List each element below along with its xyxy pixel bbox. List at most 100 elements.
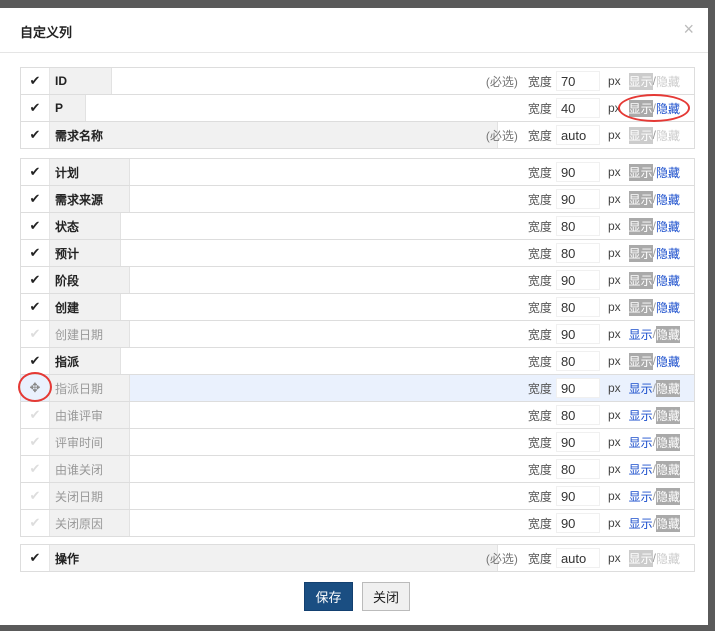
- show-link[interactable]: 显示: [629, 461, 653, 478]
- close-button[interactable]: 关闭: [362, 582, 410, 611]
- column-row[interactable]: ✔ ID (必选) 宽度 70 px 显示 / 隐藏: [21, 68, 694, 95]
- show-link[interactable]: 显示: [628, 217, 653, 235]
- show-link[interactable]: 显示: [628, 352, 653, 370]
- column-row[interactable]: ✔ 操作 (必选) 宽度 auto px 显示 / 隐藏: [21, 545, 694, 572]
- hide-link[interactable]: 隐藏: [655, 433, 680, 451]
- hide-link[interactable]: 隐藏: [656, 272, 680, 289]
- width-input[interactable]: 80: [555, 216, 600, 236]
- column-row[interactable]: ✔ 指派 宽度 80 px 显示 / 隐藏: [21, 348, 694, 375]
- column-name: 阶段: [50, 267, 130, 293]
- px-unit: px: [607, 435, 621, 449]
- width-input[interactable]: 90: [555, 324, 600, 344]
- px-unit: px: [607, 327, 621, 341]
- column-row[interactable]: ✔ 评审时间 宽度 90 px 显示 / 隐藏: [21, 429, 694, 456]
- width-input[interactable]: auto: [555, 548, 600, 568]
- width-input[interactable]: 90: [555, 513, 600, 533]
- checkmark-icon[interactable]: ✔: [21, 122, 50, 148]
- checkmark-icon[interactable]: ✔: [21, 348, 50, 374]
- hide-link[interactable]: 隐藏: [655, 379, 680, 397]
- show-link[interactable]: 显示: [629, 515, 653, 532]
- checkmark-icon[interactable]: ✔: [21, 545, 50, 571]
- close-icon[interactable]: ×: [683, 19, 694, 40]
- width-input[interactable]: 90: [555, 486, 600, 506]
- width-input[interactable]: 90: [555, 162, 600, 182]
- show-link[interactable]: 显示: [628, 163, 653, 181]
- width-input[interactable]: 90: [555, 189, 600, 209]
- width-label: 宽度: [527, 165, 552, 180]
- width-input[interactable]: 90: [555, 270, 600, 290]
- hide-link[interactable]: 隐藏: [655, 406, 680, 424]
- checkmark-icon[interactable]: ✔: [21, 240, 50, 266]
- width-input[interactable]: 80: [555, 297, 600, 317]
- width-input[interactable]: 70: [555, 71, 600, 91]
- width-input[interactable]: 80: [555, 405, 600, 425]
- checkmark-icon[interactable]: ✔: [21, 402, 50, 428]
- hide-link[interactable]: 隐藏: [655, 487, 680, 505]
- column-row[interactable]: ✔ 计划 宽度 90 px 显示 / 隐藏: [21, 159, 694, 186]
- show-link[interactable]: 显示: [628, 190, 653, 208]
- column-row[interactable]: ✔ 由谁关闭 宽度 80 px 显示 / 隐藏: [21, 456, 694, 483]
- column-row[interactable]: ✥ 指派日期 宽度 90 px 显示 / 隐藏: [21, 375, 694, 402]
- width-label: 宽度: [527, 489, 552, 504]
- checkmark-icon[interactable]: ✔: [21, 186, 50, 212]
- width-input[interactable]: 80: [555, 243, 600, 263]
- hide-link[interactable]: 隐藏: [655, 460, 680, 478]
- checkmark-icon[interactable]: ✔: [21, 68, 50, 94]
- width-input[interactable]: 80: [555, 459, 600, 479]
- column-row[interactable]: ✔ 状态 宽度 80 px 显示 / 隐藏: [21, 213, 694, 240]
- checkmark-icon[interactable]: ✔: [21, 294, 50, 320]
- save-button[interactable]: 保存: [304, 582, 353, 611]
- checkmark-icon[interactable]: ✔: [21, 213, 50, 239]
- show-link[interactable]: 显示: [629, 407, 653, 424]
- show-link[interactable]: 显示: [628, 271, 653, 289]
- hide-link[interactable]: 隐藏: [656, 164, 680, 181]
- width-input[interactable]: 80: [555, 351, 600, 371]
- show-link[interactable]: 显示: [628, 298, 653, 316]
- checkmark-icon[interactable]: ✔: [21, 429, 50, 455]
- show-link[interactable]: 显示: [629, 488, 653, 505]
- column-row[interactable]: ✔ 关闭原因 宽度 90 px 显示 / 隐藏: [21, 510, 694, 537]
- column-controls: 宽度 40 px 显示 / 隐藏: [528, 95, 680, 121]
- dialog-title: 自定义列: [20, 25, 73, 40]
- hide-link[interactable]: 隐藏: [655, 514, 680, 532]
- show-link[interactable]: 显示: [629, 326, 653, 343]
- checkmark-icon[interactable]: ✔: [21, 267, 50, 293]
- checkmark-icon[interactable]: ✔: [21, 159, 50, 185]
- column-controls: 宽度 80 px 显示 / 隐藏: [528, 294, 680, 320]
- checkmark-icon[interactable]: ✔: [21, 510, 50, 536]
- column-row[interactable]: ✔ 阶段 宽度 90 px 显示 / 隐藏: [21, 267, 694, 294]
- hide-link: 隐藏: [655, 551, 680, 566]
- hide-link[interactable]: 隐藏: [656, 353, 680, 370]
- hide-link[interactable]: 隐藏: [656, 245, 680, 262]
- show-link[interactable]: 显示: [629, 434, 653, 451]
- column-controls: 宽度 80 px 显示 / 隐藏: [528, 456, 680, 482]
- show-link[interactable]: 显示: [628, 244, 653, 262]
- column-name: 指派日期: [50, 375, 130, 401]
- checkmark-icon[interactable]: ✔: [21, 95, 50, 121]
- checkmark-icon[interactable]: ✔: [21, 483, 50, 509]
- checkmark-icon[interactable]: ✔: [21, 321, 50, 347]
- checkmark-icon[interactable]: ✔: [21, 456, 50, 482]
- hide-link[interactable]: 隐藏: [655, 325, 680, 343]
- hide-link[interactable]: 隐藏: [656, 191, 680, 208]
- column-row[interactable]: ✔ 需求名称 (必选) 宽度 auto px 显示 / 隐藏: [21, 122, 694, 149]
- show-link[interactable]: 显示: [628, 99, 653, 117]
- move-icon[interactable]: ✥: [21, 375, 50, 401]
- show-link[interactable]: 显示: [629, 380, 653, 397]
- column-controls: 宽度 90 px 显示 / 隐藏: [528, 429, 680, 455]
- column-row[interactable]: ✔ 创建 宽度 80 px 显示 / 隐藏: [21, 294, 694, 321]
- column-row[interactable]: ✔ 创建日期 宽度 90 px 显示 / 隐藏: [21, 321, 694, 348]
- column-row[interactable]: ✔ 关闭日期 宽度 90 px 显示 / 隐藏: [21, 483, 694, 510]
- column-row[interactable]: ✔ 需求来源 宽度 90 px 显示 / 隐藏: [21, 186, 694, 213]
- column-row[interactable]: ✔ 预计 宽度 80 px 显示 / 隐藏: [21, 240, 694, 267]
- width-input[interactable]: 90: [555, 432, 600, 452]
- hide-link[interactable]: 隐藏: [656, 218, 680, 235]
- column-row[interactable]: ✔ P 宽度 40 px 显示 / 隐藏: [21, 95, 694, 122]
- width-label: 宽度: [527, 300, 552, 315]
- hide-link[interactable]: 隐藏: [656, 100, 680, 117]
- hide-link[interactable]: 隐藏: [656, 299, 680, 316]
- width-input[interactable]: 90: [555, 378, 600, 398]
- width-input[interactable]: auto: [555, 125, 600, 145]
- column-row[interactable]: ✔ 由谁评审 宽度 80 px 显示 / 隐藏: [21, 402, 694, 429]
- width-input[interactable]: 40: [555, 98, 600, 118]
